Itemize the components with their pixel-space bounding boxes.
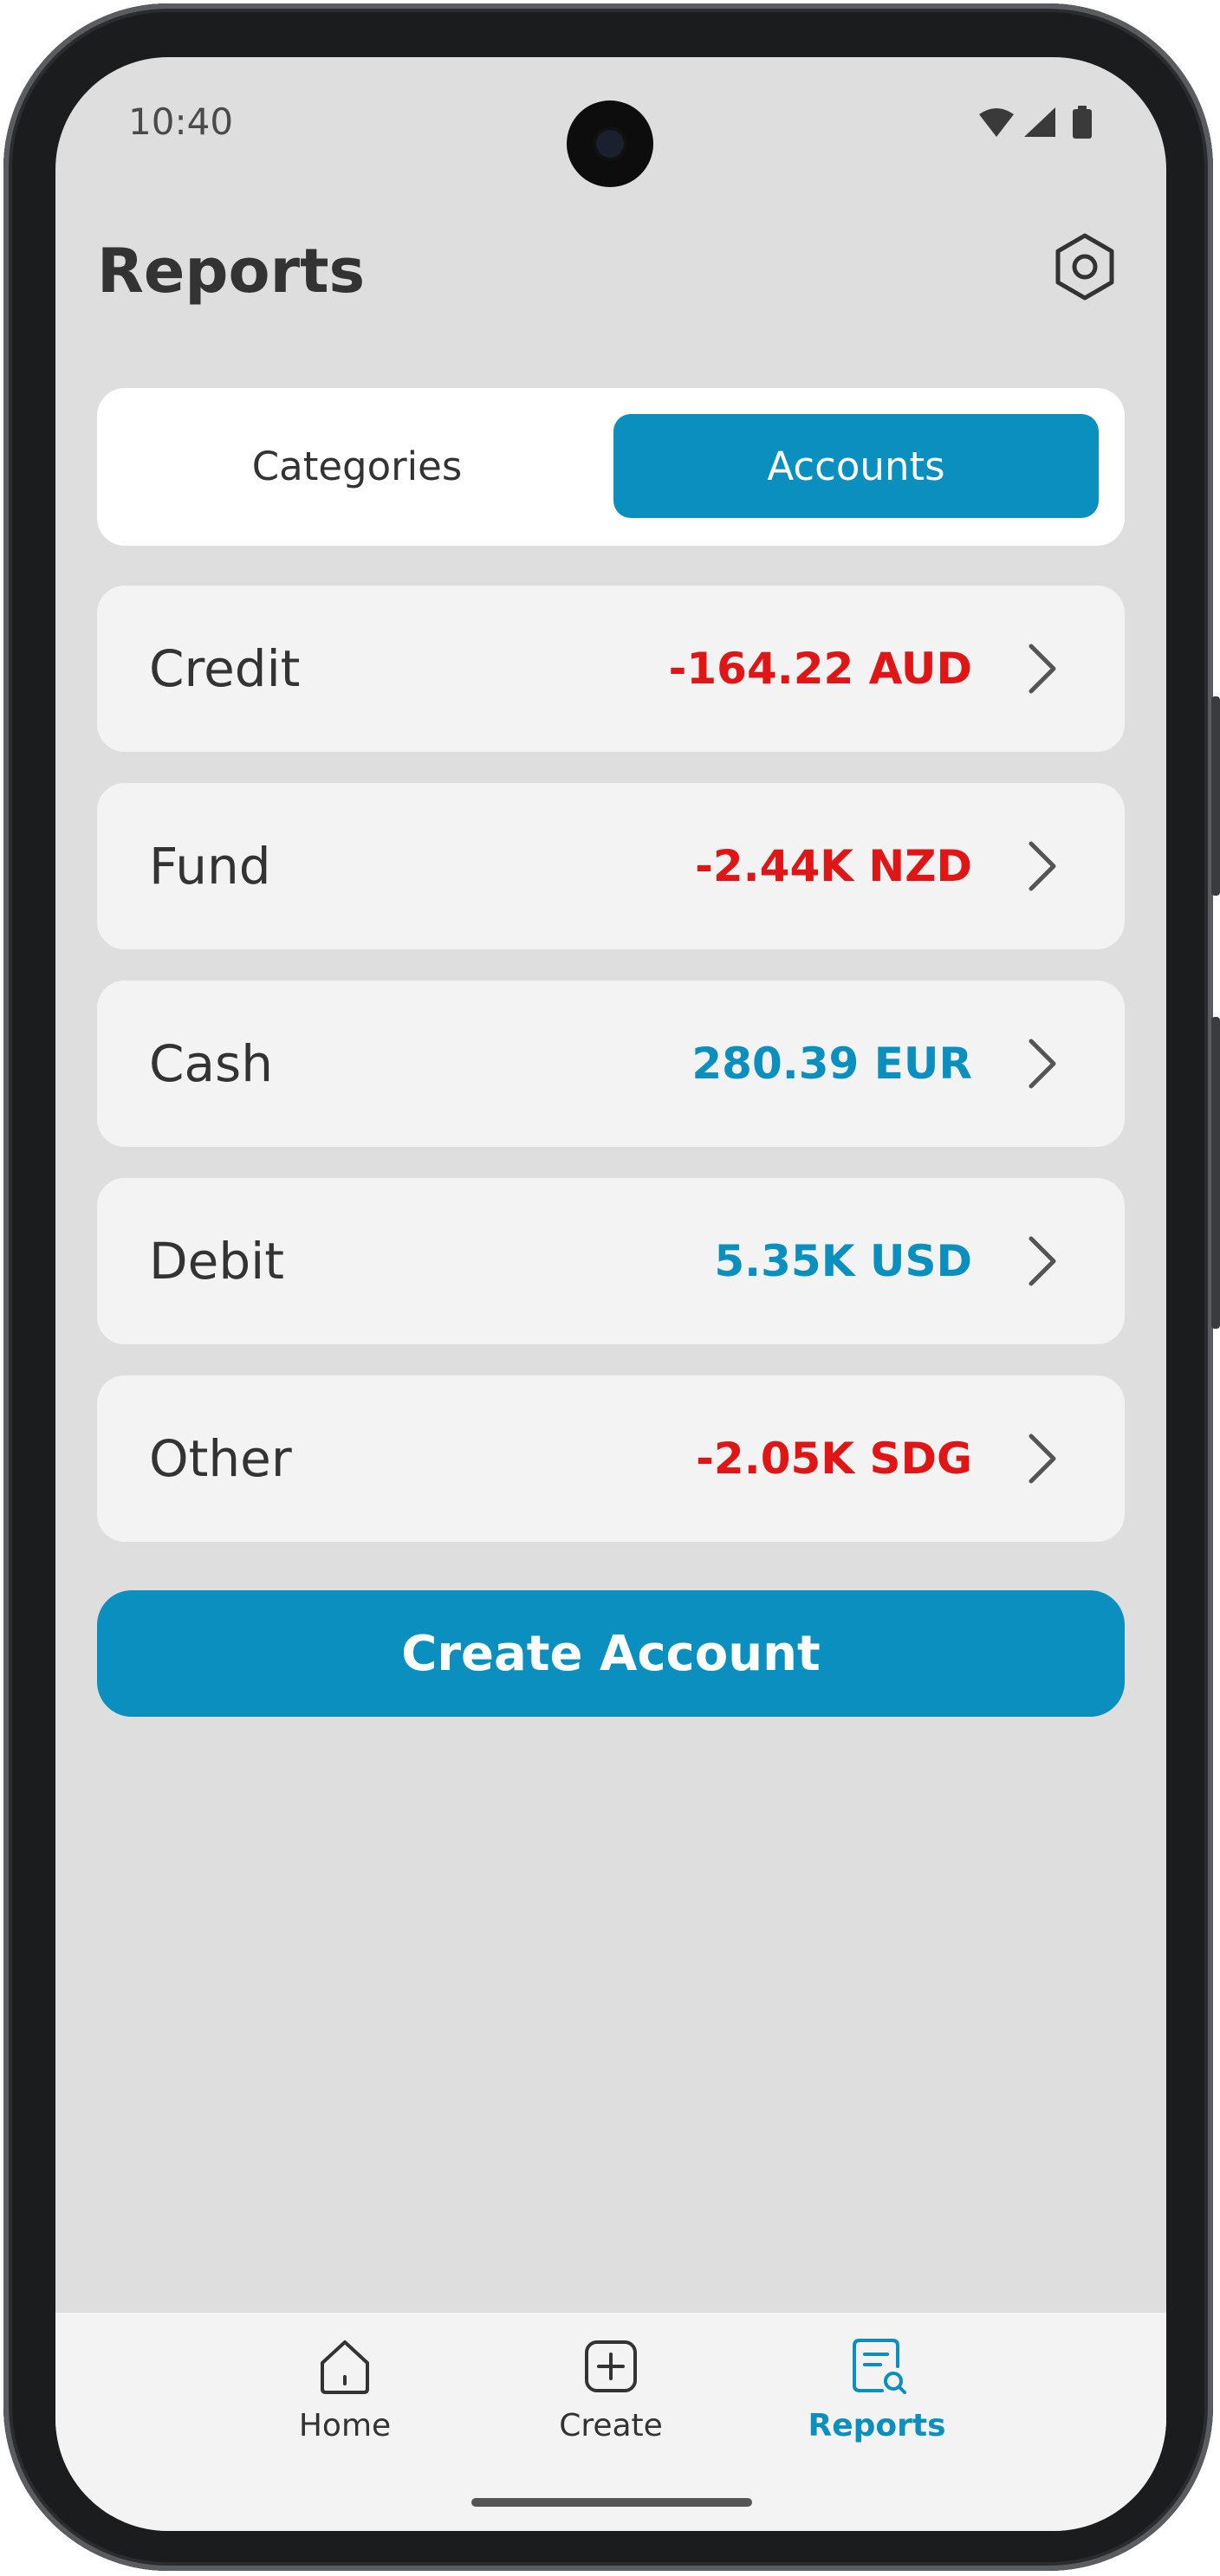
nav-label: Home — [298, 2408, 392, 2443]
wifi-icon — [979, 108, 1014, 137]
home-icon — [321, 2340, 369, 2394]
chevron-right-icon — [1029, 1434, 1056, 1484]
account-name: Credit — [149, 639, 301, 698]
signal-icon — [1024, 107, 1055, 137]
account-name: Cash — [149, 1034, 274, 1093]
home-indicator[interactable] — [471, 2498, 752, 2507]
power-button — [1211, 696, 1220, 896]
chevron-right-icon — [1029, 1039, 1056, 1089]
nav-home[interactable]: Home — [241, 2335, 449, 2465]
chevron-right-icon — [1029, 841, 1056, 891]
report-search-icon — [853, 2339, 906, 2394]
account-name: Debit — [149, 1232, 285, 1291]
tab-accounts[interactable]: Accounts — [613, 414, 1099, 518]
account-amount: -2.44K NZD — [695, 841, 972, 891]
nav-create[interactable]: Create — [507, 2335, 715, 2465]
create-account-button[interactable]: Create Account — [97, 1590, 1125, 1717]
volume-button — [1211, 1017, 1220, 1329]
status-time: 10:40 — [128, 100, 234, 143]
account-row-fund[interactable]: Fund -2.44K NZD — [97, 783, 1125, 949]
account-name: Other — [149, 1429, 292, 1488]
phone-frame: 10:40 Reports Categories Accounts Credit… — [3, 3, 1220, 2571]
account-row-credit[interactable]: Credit -164.22 AUD — [97, 586, 1125, 752]
status-icons — [976, 106, 1097, 140]
account-row-debit[interactable]: Debit 5.35K USD — [97, 1178, 1125, 1344]
account-row-cash[interactable]: Cash 280.39 EUR — [97, 981, 1125, 1147]
gear-icon — [1055, 233, 1114, 301]
account-amount: 5.35K USD — [714, 1236, 972, 1286]
page-title: Reports — [97, 236, 366, 307]
nav-label: Reports — [808, 2408, 946, 2443]
report-type-tabs: Categories Accounts — [97, 388, 1125, 546]
account-amount: 280.39 EUR — [691, 1039, 972, 1089]
chevron-right-icon — [1029, 644, 1056, 694]
account-name: Fund — [149, 837, 271, 896]
tab-categories[interactable]: Categories — [114, 414, 600, 518]
account-amount: -2.05K SDG — [696, 1434, 972, 1484]
account-row-other[interactable]: Other -2.05K SDG — [97, 1375, 1125, 1542]
account-amount: -164.22 AUD — [668, 644, 972, 694]
settings-button[interactable] — [1048, 230, 1121, 303]
front-camera — [567, 100, 653, 187]
nav-reports[interactable]: Reports — [773, 2335, 981, 2465]
screen: 10:40 Reports Categories Accounts Credit… — [55, 57, 1166, 2531]
nav-label: Create — [559, 2408, 663, 2443]
plus-square-icon — [585, 2340, 637, 2392]
battery-icon — [1073, 106, 1092, 139]
chevron-right-icon — [1029, 1236, 1056, 1286]
bottom-nav: Home Create Reports — [55, 2313, 1166, 2531]
